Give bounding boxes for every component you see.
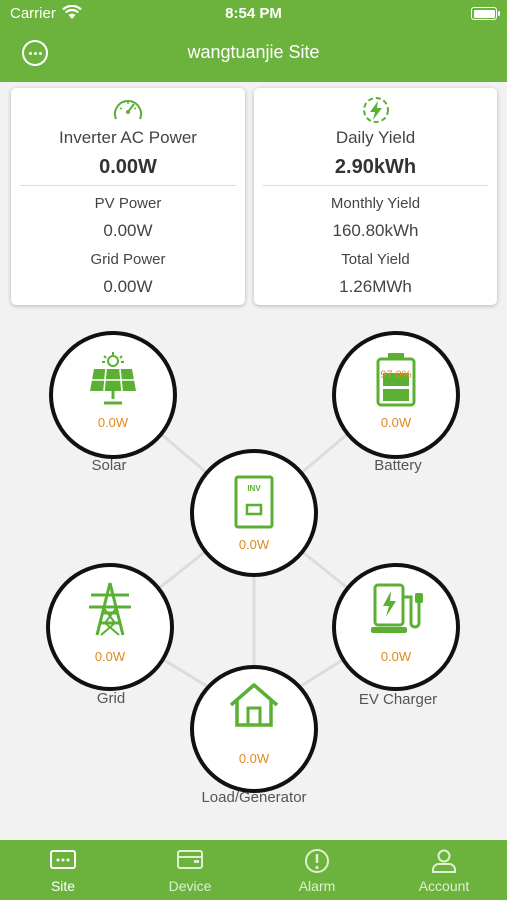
battery-node[interactable]: 97.0% 0.0W <box>332 331 460 459</box>
inverter-icon: INV <box>234 475 274 529</box>
battery-power-value: 0.0W <box>380 415 412 430</box>
svg-text:INV: INV <box>247 484 261 493</box>
card-divider <box>263 185 488 186</box>
monthly-yield-value: 160.80kWh <box>332 221 419 240</box>
ev-charger-power-value: 0.0W <box>380 649 412 664</box>
card-divider <box>20 185 236 186</box>
total-yield-label: Total Yield <box>341 251 410 268</box>
tab-site-label: Site <box>50 878 76 894</box>
ev-charger-icon <box>371 583 423 633</box>
grid-power-flow-value: 0.0W <box>94 649 126 664</box>
daily-yield-label: Daily Yield <box>335 128 416 147</box>
monthly-yield-label: Monthly Yield <box>330 195 421 212</box>
monitor-icon <box>50 850 76 869</box>
bottom-tab-bar: Site Device Alarm Account <box>0 840 507 900</box>
inverter-power-value: 0.0W <box>238 537 270 552</box>
daily-yield-value: 2.90kWh <box>334 156 417 178</box>
speedometer-icon <box>114 100 142 120</box>
tab-site[interactable]: Site <box>0 840 126 900</box>
tab-alarm-label: Alarm <box>298 878 336 894</box>
device-icon <box>177 850 203 869</box>
user-icon <box>432 849 456 873</box>
grid-node[interactable]: 0.0W <box>46 563 174 691</box>
ev-charger-node[interactable]: 0.0W <box>332 563 460 691</box>
battery-soc-value: 97.0% <box>380 369 412 381</box>
tab-device-label: Device <box>168 878 212 894</box>
solar-power-value: 0.0W <box>97 415 129 430</box>
power-summary-card[interactable]: Inverter AC Power 0.00W PV Power 0.00W G… <box>11 88 245 305</box>
pv-power-label: PV Power <box>94 195 162 212</box>
solar-label: Solar <box>91 457 127 474</box>
inverter-ac-power-label: Inverter AC Power <box>59 128 197 147</box>
grid-power-label: Grid Power <box>90 251 166 268</box>
inverter-node[interactable]: INV 0.0W <box>190 449 318 577</box>
house-icon <box>229 683 279 727</box>
load-power-value: 0.0W <box>238 751 270 766</box>
tab-alarm[interactable]: Alarm <box>254 840 380 900</box>
total-yield-value: 1.26MWh <box>339 277 412 296</box>
ev-charger-label: EV Charger <box>358 691 438 708</box>
transmission-tower-icon <box>89 582 131 636</box>
tab-device[interactable]: Device <box>127 840 253 900</box>
status-bar: Carrier 8:54 PM <box>0 0 507 28</box>
page-title: wangtuanjie Site <box>187 42 320 62</box>
solar-panel-icon <box>90 352 136 405</box>
grid-power-value: 0.00W <box>103 277 153 296</box>
solar-node[interactable]: 0.0W <box>49 331 177 459</box>
lightning-icon <box>362 97 389 123</box>
tab-account-label: Account <box>418 878 470 894</box>
inverter-ac-power-value: 0.00W <box>99 156 157 178</box>
load-label: Load/Generator <box>201 789 307 806</box>
battery-status-icon <box>471 7 500 20</box>
pv-power-value: 0.00W <box>103 221 153 240</box>
clock: 8:54 PM <box>225 5 282 22</box>
battery-label: Battery <box>374 457 422 474</box>
alarm-icon <box>305 849 329 873</box>
grid-label: Grid <box>96 690 126 707</box>
tab-account[interactable]: Account <box>381 840 507 900</box>
load-node[interactable]: 0.0W <box>190 665 318 793</box>
yield-summary-card[interactable]: Daily Yield 2.90kWh Monthly Yield 160.80… <box>254 88 497 305</box>
app-header: Carrier 8:54 PM wangtuanjie Site <box>0 0 507 82</box>
